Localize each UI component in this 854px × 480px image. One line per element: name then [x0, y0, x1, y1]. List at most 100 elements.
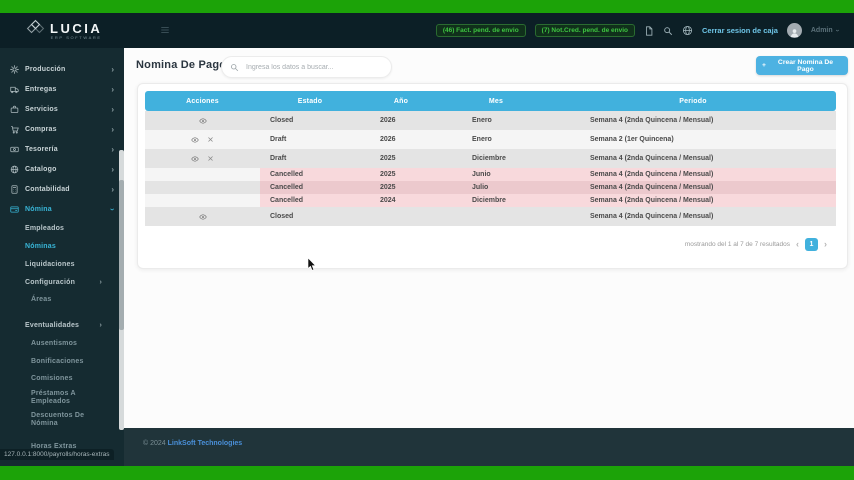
cell-mes: Enero: [472, 117, 492, 124]
table-row-cancelled: Cancelled 2025 Junio Semana 4 (2nda Quin…: [145, 168, 836, 181]
sub-item-label: Configuración: [25, 278, 76, 286]
pagination: mostrando del 1 al 7 de 7 resultados ‹ 1…: [685, 236, 827, 252]
view-icon[interactable]: [198, 117, 207, 125]
sidebar-item-compras[interactable]: Compras ›: [0, 119, 124, 139]
chevron-right-icon: ›: [111, 144, 114, 154]
sidebar-item-liquidaciones[interactable]: Liquidaciones: [0, 255, 124, 273]
sidebar-item-label: Servicios: [25, 105, 58, 113]
sidebar-item-produccion[interactable]: Producción ›: [0, 59, 124, 79]
chevron-right-icon: ›: [111, 84, 114, 94]
chevron-right-icon: ›: [111, 164, 114, 174]
cell-mes: Junio: [472, 171, 491, 178]
view-icon[interactable]: [198, 213, 207, 221]
app: { "icons": { "chevron_right": "›", "prev…: [0, 0, 854, 480]
sidebar-item-bonificaciones[interactable]: Bonificaciones: [0, 352, 124, 370]
sub-item-label: Bonificaciones: [31, 357, 84, 365]
cell-ano: 2024: [380, 197, 396, 204]
user-avatar[interactable]: [786, 23, 802, 38]
column-header-acciones: Acciones: [186, 97, 219, 105]
sidebar-item-prestamos-a-empleados[interactable]: Préstamos A Empleados: [0, 387, 124, 409]
user-name: Admin: [810, 27, 833, 34]
sidebar-item-configuracion[interactable]: Configuración ›: [0, 273, 124, 291]
recording-border-bottom: [0, 466, 854, 480]
sub-item-label: Eventualidades: [25, 321, 80, 329]
table-row: Closed Semana 4 (2nda Quincena / Mensual…: [145, 207, 836, 226]
sidebar-item-nominas[interactable]: Nóminas: [0, 237, 124, 255]
sidebar-item-nomina[interactable]: Nómina ›: [0, 199, 124, 219]
prev-page-icon[interactable]: ‹: [796, 239, 799, 249]
sidebar-item-comisiones[interactable]: Comisiones: [0, 370, 124, 387]
sidebar-item-contabilidad[interactable]: Contabilidad ›: [0, 179, 124, 199]
search-box: [221, 56, 392, 78]
cell-periodo: Semana 4 (2nda Quincena / Mensual): [590, 155, 714, 162]
sidebar-item-empleados[interactable]: Empleados: [0, 219, 124, 237]
cell-periodo: Semana 4 (2nda Quincena / Mensual): [590, 171, 714, 178]
sidebar-item-entregas[interactable]: Entregas ›: [0, 79, 124, 99]
gear-icon: [10, 64, 19, 74]
cell-ano: 2026: [380, 136, 396, 143]
row-actions: [145, 207, 260, 226]
pending-credit-notes-badge[interactable]: (7) Not.Cred. pend. de envio: [534, 24, 635, 37]
globe-icon[interactable]: [682, 25, 693, 36]
sidebar: Producción › Entregas › Servicios › Comp…: [0, 48, 124, 466]
table-row-cancelled: Cancelled 2024 Diciembre Semana 4 (2nda …: [145, 194, 836, 207]
sidebar-item-label: Producción: [25, 65, 66, 73]
search-input[interactable]: [244, 62, 383, 72]
table-header: Acciones Estado Año Mes Periodo: [145, 91, 836, 111]
sidebar-item-label: Tesorería: [25, 145, 58, 153]
sidebar-item-catalogo[interactable]: Catalogo ›: [0, 159, 124, 179]
topbar: LUCIA ERP SOFTWARE (46) Fact. pend. de e…: [0, 13, 854, 48]
sub-item-label: Ausentismos: [31, 339, 78, 347]
sidebar-item-descuentos-de-nomina[interactable]: Descuentos De Nómina: [0, 409, 124, 431]
column-header-estado: Estado: [297, 97, 323, 105]
chevron-down-icon: ›: [108, 207, 118, 211]
sub-item-label: Nóminas: [25, 242, 56, 250]
sidebar-item-eventualidades[interactable]: Eventualidades ›: [0, 316, 124, 334]
close-cash-session-link[interactable]: Cerrar sesion de caja: [702, 26, 778, 35]
next-page-icon[interactable]: ›: [824, 239, 827, 249]
menu-toggle-icon[interactable]: [160, 22, 170, 40]
copyright-text: © 2024: [143, 440, 166, 447]
company-link[interactable]: LinkSoft Technologies: [168, 440, 243, 447]
sub-item-label: Préstamos A Empleados: [31, 390, 76, 405]
cell-periodo: Semana 4 (2nda Quincena / Mensual): [590, 197, 714, 204]
logo-text: LUCIA: [50, 20, 103, 36]
footer-band: © 2024 LinkSoft Technologies: [124, 428, 854, 466]
sidebar-item-servicios[interactable]: Servicios ›: [0, 99, 124, 119]
document-icon[interactable]: [644, 25, 654, 36]
search-icon: [231, 63, 239, 71]
sub-item-label: Áreas: [31, 296, 52, 303]
recording-border-top: [0, 0, 854, 13]
cancel-icon[interactable]: [207, 155, 214, 162]
column-header-ano: Año: [393, 97, 409, 105]
create-payroll-button[interactable]: + Crear Nomina De Pago: [756, 56, 848, 75]
sidebar-item-tesoreria[interactable]: Tesorería ›: [0, 139, 124, 159]
payroll-table-card: Acciones Estado Año Mes Periodo Closed 2…: [137, 83, 848, 269]
cancel-icon[interactable]: [207, 136, 214, 143]
cell-periodo: Semana 2 (1er Quincena): [590, 136, 674, 143]
cell-ano: 2025: [380, 184, 396, 191]
table-row: Draft 2026 Enero Semana 2 (1er Quincena): [145, 130, 836, 149]
view-icon[interactable]: [191, 155, 199, 163]
sub-item-label: Empleados: [25, 224, 65, 232]
chevron-right-icon: ›: [111, 184, 114, 194]
sidebar-nav: Producción › Entregas › Servicios › Comp…: [0, 48, 124, 455]
user-menu[interactable]: Admin ›: [810, 27, 840, 34]
cell-ano: 2025: [380, 171, 396, 178]
cell-mes: Diciembre: [472, 155, 506, 162]
search-icon[interactable]: [663, 26, 673, 36]
wallet-icon: [10, 205, 19, 214]
banknote-icon: [10, 145, 19, 154]
pending-invoices-badge[interactable]: (46) Fact. pend. de envio: [435, 24, 526, 37]
cell-periodo: Semana 4 (2nda Quincena / Mensual): [590, 117, 714, 124]
view-icon[interactable]: [191, 136, 199, 144]
footer-copyright: © 2024 LinkSoft Technologies: [143, 440, 242, 447]
sidebar-item-ausentismos[interactable]: Ausentismos: [0, 334, 124, 352]
cell-mes: Julio: [472, 184, 489, 191]
cell-ano: [370, 207, 462, 226]
plus-icon: +: [762, 62, 766, 69]
sidebar-item-areas[interactable]: Áreas: [0, 291, 124, 308]
page-number-button[interactable]: 1: [805, 237, 818, 251]
cell-ano: 2025: [380, 155, 396, 162]
cell-estado: Draft: [270, 136, 287, 143]
